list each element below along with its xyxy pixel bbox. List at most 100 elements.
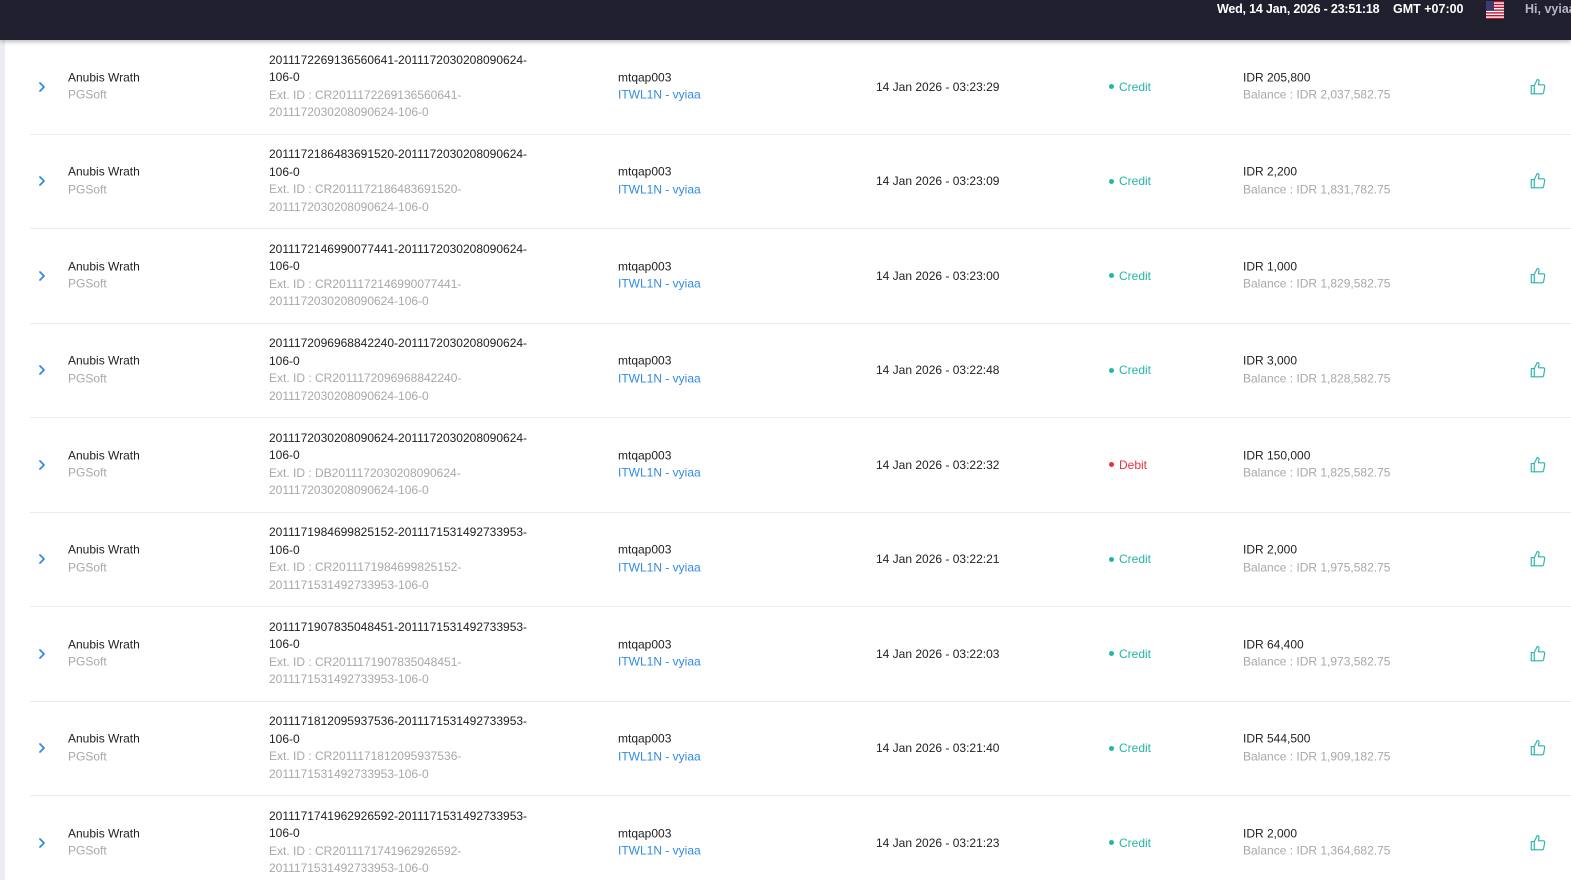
sidebar-edge	[0, 40, 5, 880]
thumbs-up-icon[interactable]	[1529, 456, 1547, 474]
player-code: mtqap003	[618, 164, 672, 179]
thumbs-up-icon[interactable]	[1529, 361, 1547, 379]
transaction-type: Credit	[1109, 647, 1151, 661]
game-cell: Anubis Wrath PGSoft	[68, 731, 140, 766]
thumbs-up-icon[interactable]	[1529, 78, 1547, 96]
amount-cell: IDR 2,000 Balance : IDR 1,975,582.75	[1243, 542, 1390, 577]
game-provider: PGSoft	[68, 276, 107, 291]
agent-link[interactable]: ITWL1N - vyiaa	[618, 87, 701, 105]
transaction-id: 2011171741962926592-2011171531492733953-…	[269, 808, 528, 841]
game-name: Anubis Wrath	[68, 826, 140, 841]
transaction-id: 2011172269136560641-2011172030208090624-…	[269, 52, 528, 85]
chevron-right-icon[interactable]	[35, 363, 49, 377]
agent-link[interactable]: ITWL1N - vyiaa	[618, 748, 701, 766]
table-row: Anubis Wrath PGSoft 2011172030208090624-…	[30, 418, 1571, 513]
transaction-id: 2011171984699825152-2011171531492733953-…	[269, 525, 528, 557]
game-provider: PGSoft	[68, 371, 107, 386]
chevron-right-icon[interactable]	[35, 741, 49, 755]
table-row: Anubis Wrath PGSoft 2011172096968842240-…	[30, 324, 1571, 418]
game-provider: PGSoft	[68, 749, 107, 764]
thumbs-up-icon[interactable]	[1529, 550, 1547, 568]
transaction-amount: IDR 64,400	[1243, 637, 1304, 652]
agent-link[interactable]: ITWL1N - vyiaa	[618, 654, 701, 672]
user-greeting[interactable]: Hi, vyiaa	[1525, 2, 1571, 16]
transaction-date: 14 Jan 2026 - 03:23:00	[876, 268, 1000, 283]
player-cell: mtqap003 ITWL1N - vyiaa	[618, 353, 701, 388]
thumbs-up-icon[interactable]	[1529, 834, 1547, 852]
transaction-amount: IDR 3,000	[1243, 353, 1298, 368]
transaction-amount: IDR 544,500	[1243, 731, 1311, 746]
transaction-type: Credit	[1109, 174, 1151, 188]
transaction-date: 14 Jan 2026 - 03:22:48	[876, 363, 1000, 378]
chevron-right-icon[interactable]	[35, 552, 49, 566]
status-dot-icon	[1109, 273, 1114, 279]
chevron-right-icon[interactable]	[35, 174, 49, 188]
agent-link[interactable]: ITWL1N - vyiaa	[618, 276, 701, 294]
balance-after: Balance : IDR 1,831,782.75	[1243, 182, 1391, 197]
transaction-id: 2011172146990077441-2011172030208090624-…	[269, 241, 528, 274]
transaction-id: 2011172096968842240-2011172030208090624-…	[269, 336, 528, 368]
external-id: Ext. ID : CR2011171812095937536- 20111715…	[269, 749, 462, 781]
agent-link[interactable]: ITWL1N - vyiaa	[618, 559, 701, 577]
chevron-right-icon[interactable]	[35, 647, 49, 661]
status-dot-icon	[1109, 745, 1114, 751]
status-dot-icon	[1109, 367, 1114, 373]
game-provider: PGSoft	[68, 182, 107, 197]
status-dot-icon	[1109, 462, 1114, 468]
game-provider: PGSoft	[68, 465, 107, 480]
transaction-date: 14 Jan 2026 - 03:22:03	[876, 646, 1000, 661]
external-id: Ext. ID : CR2011172096968842240- 20111720…	[269, 371, 462, 403]
transaction-id: 2011171907835048451-2011171531492733953-…	[269, 619, 528, 652]
agent-link[interactable]: ITWL1N - vyiaa	[618, 843, 701, 861]
player-code: mtqap003	[618, 826, 672, 841]
thumbs-up-icon[interactable]	[1529, 172, 1547, 190]
balance-after: Balance : IDR 1,975,582.75	[1243, 560, 1391, 575]
chevron-right-icon[interactable]	[35, 80, 49, 94]
table-row: Anubis Wrath PGSoft 2011171812095937536-…	[30, 702, 1571, 796]
game-cell: Anubis Wrath PGSoft	[68, 69, 140, 104]
thumbs-up-icon[interactable]	[1529, 267, 1547, 285]
transaction-type: Credit	[1109, 836, 1151, 850]
player-cell: mtqap003 ITWL1N - vyiaa	[618, 636, 701, 671]
game-name: Anubis Wrath	[68, 70, 140, 85]
game-name: Anubis Wrath	[68, 164, 140, 179]
table-row: Anubis Wrath PGSoft 2011172146990077441-…	[30, 229, 1571, 324]
balance-after: Balance : IDR 1,909,182.75	[1243, 749, 1391, 764]
balance-after: Balance : IDR 1,973,582.75	[1243, 654, 1391, 669]
player-code: mtqap003	[618, 542, 672, 557]
player-cell: mtqap003 ITWL1N - vyiaa	[618, 258, 701, 293]
thumbs-up-icon[interactable]	[1529, 739, 1547, 757]
player-cell: mtqap003 ITWL1N - vyiaa	[618, 447, 701, 482]
transaction-amount: IDR 150,000	[1243, 448, 1311, 463]
amount-cell: IDR 64,400 Balance : IDR 1,973,582.75	[1243, 636, 1390, 671]
amount-cell: IDR 2,200 Balance : IDR 1,831,782.75	[1243, 164, 1390, 199]
player-cell: mtqap003 ITWL1N - vyiaa	[618, 164, 701, 199]
player-code: mtqap003	[618, 353, 672, 368]
header-datetime: Wed, 14 Jan, 2026 - 23:51:18	[1217, 2, 1380, 16]
transaction-id-cell: 2011171812095937536-2011171531492733953-…	[269, 713, 539, 783]
game-cell: Anubis Wrath PGSoft	[68, 164, 140, 199]
player-code: mtqap003	[618, 448, 672, 463]
agent-link[interactable]: ITWL1N - vyiaa	[618, 181, 701, 199]
agent-link[interactable]: ITWL1N - vyiaa	[618, 465, 701, 483]
agent-link[interactable]: ITWL1N - vyiaa	[618, 370, 701, 388]
transaction-date: 14 Jan 2026 - 03:22:32	[876, 457, 1000, 472]
game-cell: Anubis Wrath PGSoft	[68, 447, 140, 482]
transaction-type: Credit	[1109, 741, 1151, 755]
game-cell: Anubis Wrath PGSoft	[68, 542, 140, 577]
transaction-id-cell: 2011172146990077441-2011172030208090624-…	[269, 241, 539, 311]
chevron-right-icon[interactable]	[35, 458, 49, 472]
chevron-right-icon[interactable]	[35, 269, 49, 283]
transaction-amount: IDR 1,000	[1243, 259, 1298, 274]
us-flag-icon[interactable]	[1486, 1, 1504, 19]
external-id: Ext. ID : CR2011171741962926592- 20111715…	[269, 843, 462, 876]
status-dot-icon	[1109, 556, 1114, 562]
table-row: Anubis Wrath PGSoft 2011171741962926592-…	[30, 796, 1571, 880]
amount-cell: IDR 2,000 Balance : IDR 1,364,682.75	[1243, 825, 1390, 860]
thumbs-up-icon[interactable]	[1529, 645, 1547, 663]
transaction-id: 2011171812095937536-2011171531492733953-…	[269, 714, 528, 746]
amount-cell: IDR 544,500 Balance : IDR 1,909,182.75	[1243, 731, 1390, 766]
chevron-right-icon[interactable]	[35, 836, 49, 850]
transaction-id-cell: 2011172186483691520-2011172030208090624-…	[269, 146, 539, 216]
transaction-id-cell: 2011172096968842240-2011172030208090624-…	[269, 335, 539, 405]
